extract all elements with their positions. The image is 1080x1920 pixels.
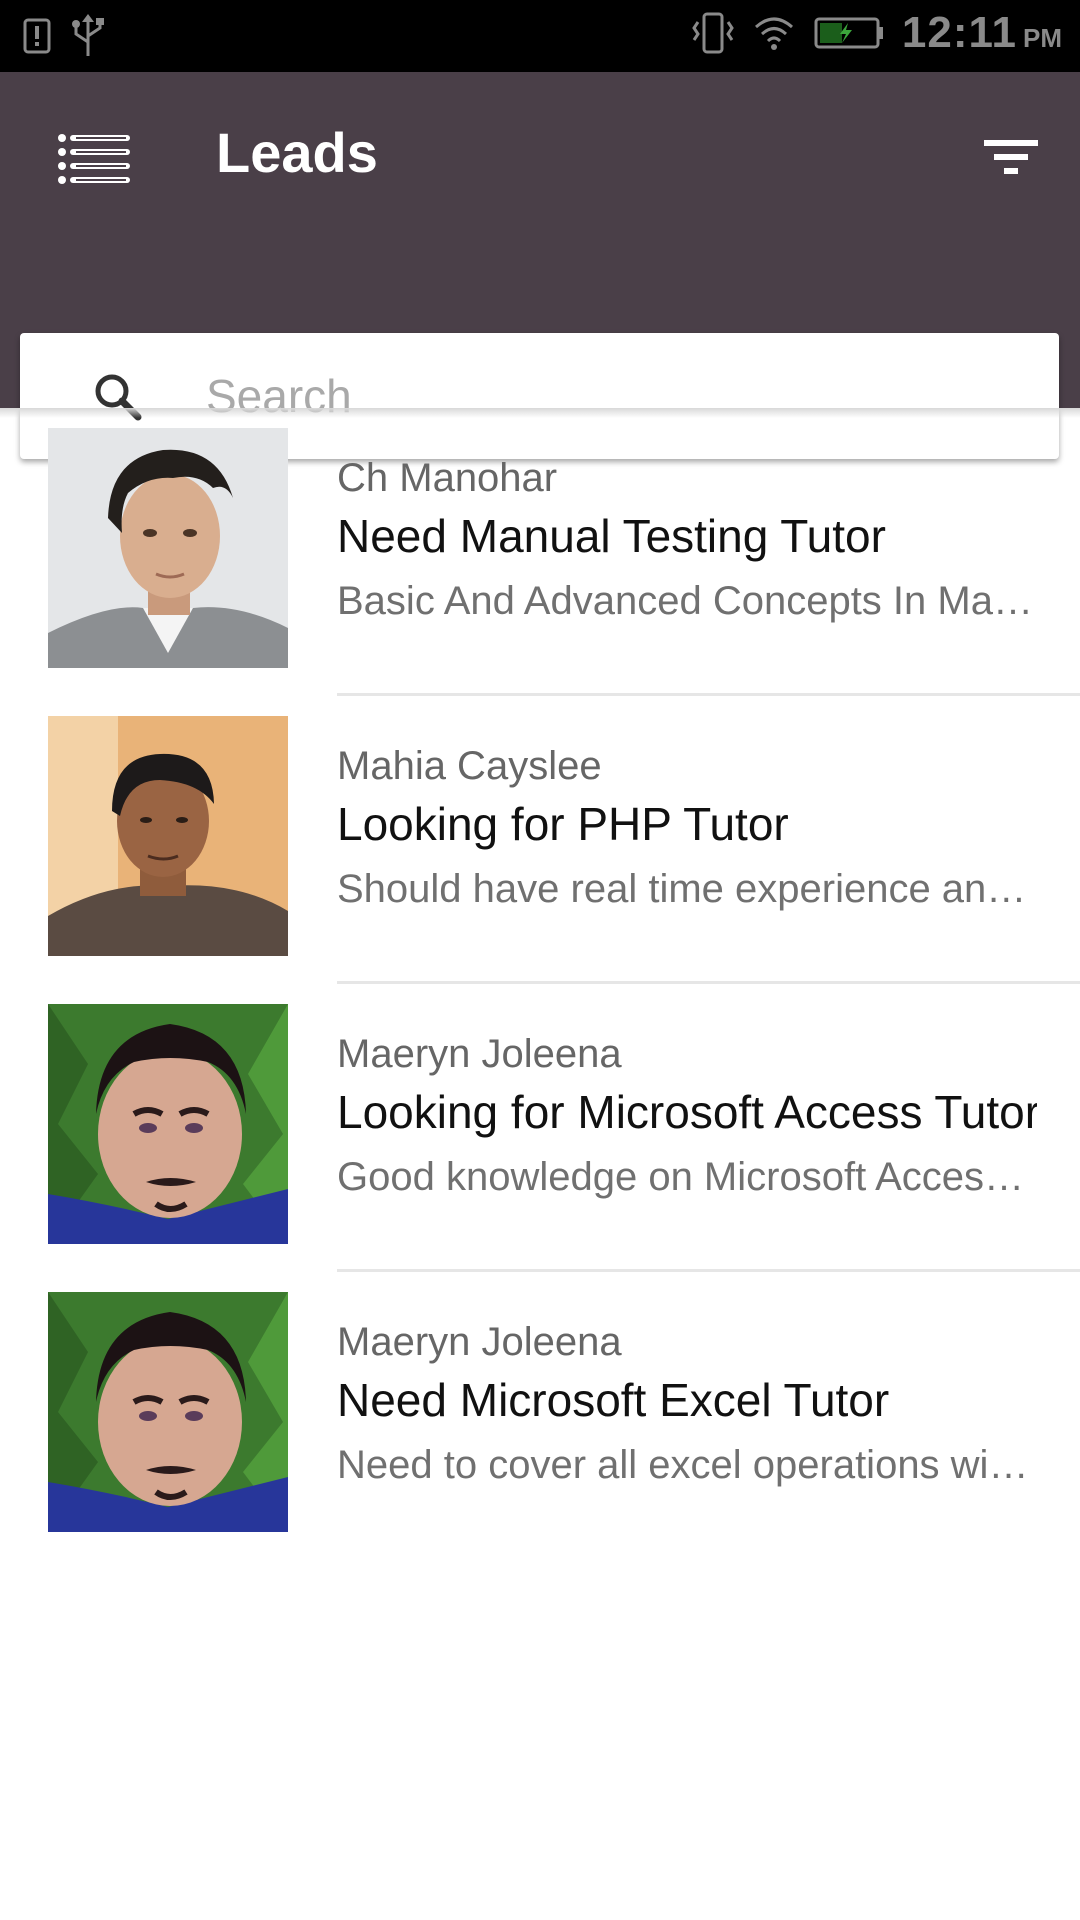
- avatar: [48, 1292, 288, 1532]
- lead-text: Ch Manohar Need Manual Testing Tutor Bas…: [337, 454, 1037, 626]
- lead-description: Good knowledge on Microsoft Access requi…: [337, 1155, 1037, 1199]
- list-menu-icon[interactable]: [56, 132, 134, 190]
- avatar: [48, 716, 288, 956]
- lead-name: Mahia Cayslee: [337, 744, 602, 788]
- app-bar: Leads: [0, 72, 1080, 459]
- lead-title: Need Microsoft Excel Tutor: [337, 1374, 890, 1426]
- lead-title: Need Manual Testing Tutor: [337, 510, 886, 562]
- list-item[interactable]: Maeryn Joleena Need Microsoft Excel Tuto…: [0, 1272, 1080, 1560]
- lead-text: Maeryn Joleena Need Microsoft Excel Tuto…: [337, 1318, 1037, 1490]
- status-bar: 12:11 PM: [0, 0, 1080, 72]
- lead-title: Looking for Microsoft Access Tutor: [337, 1086, 1037, 1138]
- lead-description: Should have real time experience and kno…: [337, 867, 1037, 911]
- list-item[interactable]: Ch Manohar Need Manual Testing Tutor Bas…: [0, 408, 1080, 696]
- page-title: Leads: [216, 121, 378, 184]
- filter-icon[interactable]: [982, 134, 1040, 182]
- wifi-icon: [752, 13, 796, 53]
- vibrate-icon: [692, 10, 734, 56]
- lead-description: Basic And Advanced Concepts In Manual Te…: [337, 579, 1037, 623]
- usb-icon: [70, 12, 106, 60]
- lead-title: Looking for PHP Tutor: [337, 798, 789, 850]
- avatar: [48, 428, 288, 668]
- alert-icon: [22, 16, 52, 56]
- list-item[interactable]: Mahia Cayslee Looking for PHP Tutor Shou…: [0, 696, 1080, 984]
- lead-name: Maeryn Joleena: [337, 1320, 622, 1364]
- lead-text: Maeryn Joleena Looking for Microsoft Acc…: [337, 1030, 1037, 1202]
- leads-list: Ch Manohar Need Manual Testing Tutor Bas…: [0, 408, 1080, 1560]
- avatar: [48, 1004, 288, 1244]
- battery-icon: [814, 15, 884, 51]
- lead-name: Ch Manohar: [337, 456, 558, 500]
- list-item[interactable]: Maeryn Joleena Looking for Microsoft Acc…: [0, 984, 1080, 1272]
- lead-name: Maeryn Joleena: [337, 1032, 622, 1076]
- status-time: 12:11 PM: [901, 8, 1062, 57]
- lead-description: Need to cover all excel operations with …: [337, 1443, 1037, 1487]
- lead-text: Mahia Cayslee Looking for PHP Tutor Shou…: [337, 742, 1037, 914]
